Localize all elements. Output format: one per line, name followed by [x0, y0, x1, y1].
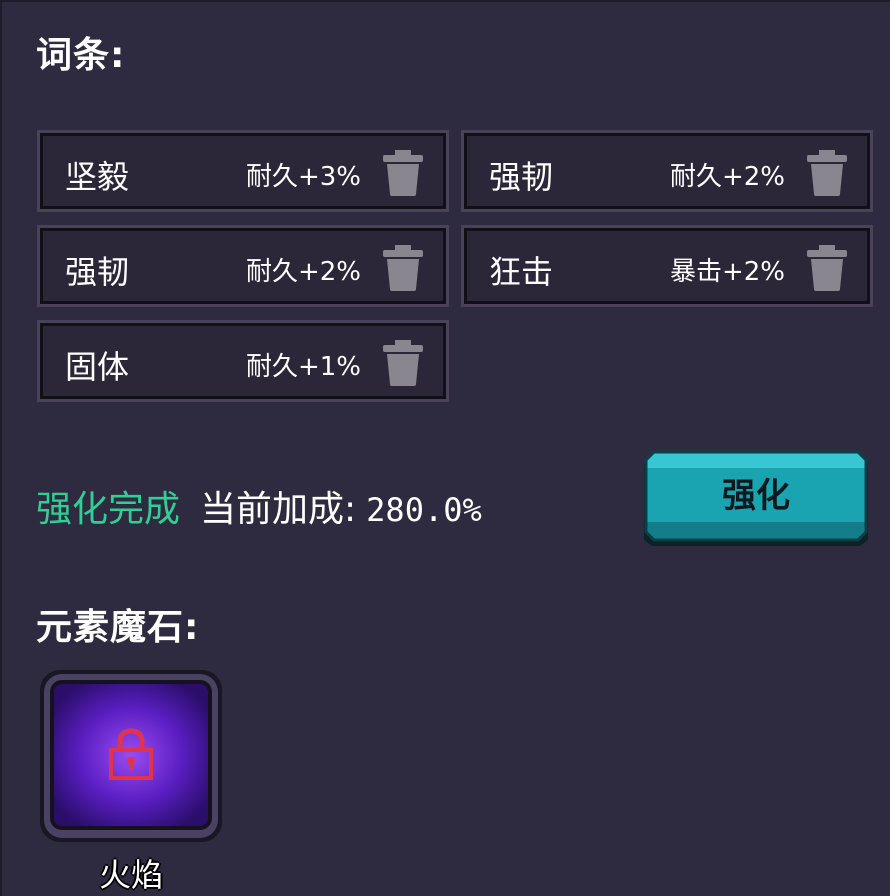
trash-icon[interactable]	[381, 150, 425, 196]
status-done-text: 强化完成	[36, 489, 181, 530]
lock-icon	[109, 728, 153, 780]
trash-icon[interactable]	[381, 245, 425, 291]
enhance-button[interactable]: 强化	[642, 450, 870, 546]
affix-card: 坚毅 耐久+3%	[37, 130, 449, 212]
affix-value: 耐久+3%	[245, 162, 361, 192]
affix-card: 强韧 耐久+2%	[461, 130, 873, 212]
affix-name: 狂击	[489, 253, 554, 291]
bonus-value: 280.0%	[366, 491, 482, 529]
affix-card: 强韧 耐久+2%	[37, 225, 449, 307]
element-stone-slot[interactable]	[38, 668, 224, 844]
affix-value: 暴击+2%	[669, 257, 785, 287]
trash-icon[interactable]	[805, 245, 849, 291]
element-stone-label: 火焰	[98, 856, 163, 894]
enhance-status: 强化完成 当前加成: 280.0%	[36, 480, 482, 532]
affix-name: 坚毅	[65, 158, 130, 196]
affix-value: 耐久+2%	[245, 257, 361, 287]
affix-name: 强韧	[65, 253, 130, 291]
affix-section-title: 词条:	[36, 35, 126, 76]
bonus-label: 当前加成:	[200, 489, 357, 530]
trash-icon[interactable]	[381, 340, 425, 386]
trash-icon[interactable]	[805, 150, 849, 196]
affix-value: 耐久+1%	[245, 352, 361, 382]
affix-value: 耐久+2%	[669, 162, 785, 192]
affix-card: 狂击 暴击+2%	[461, 225, 873, 307]
affix-name: 固体	[65, 348, 130, 386]
enhance-button-label: 强化	[722, 476, 790, 516]
element-stone-section-title: 元素魔石:	[36, 607, 200, 648]
affix-name: 强韧	[489, 158, 554, 196]
affix-card: 固体 耐久+1%	[37, 320, 449, 402]
